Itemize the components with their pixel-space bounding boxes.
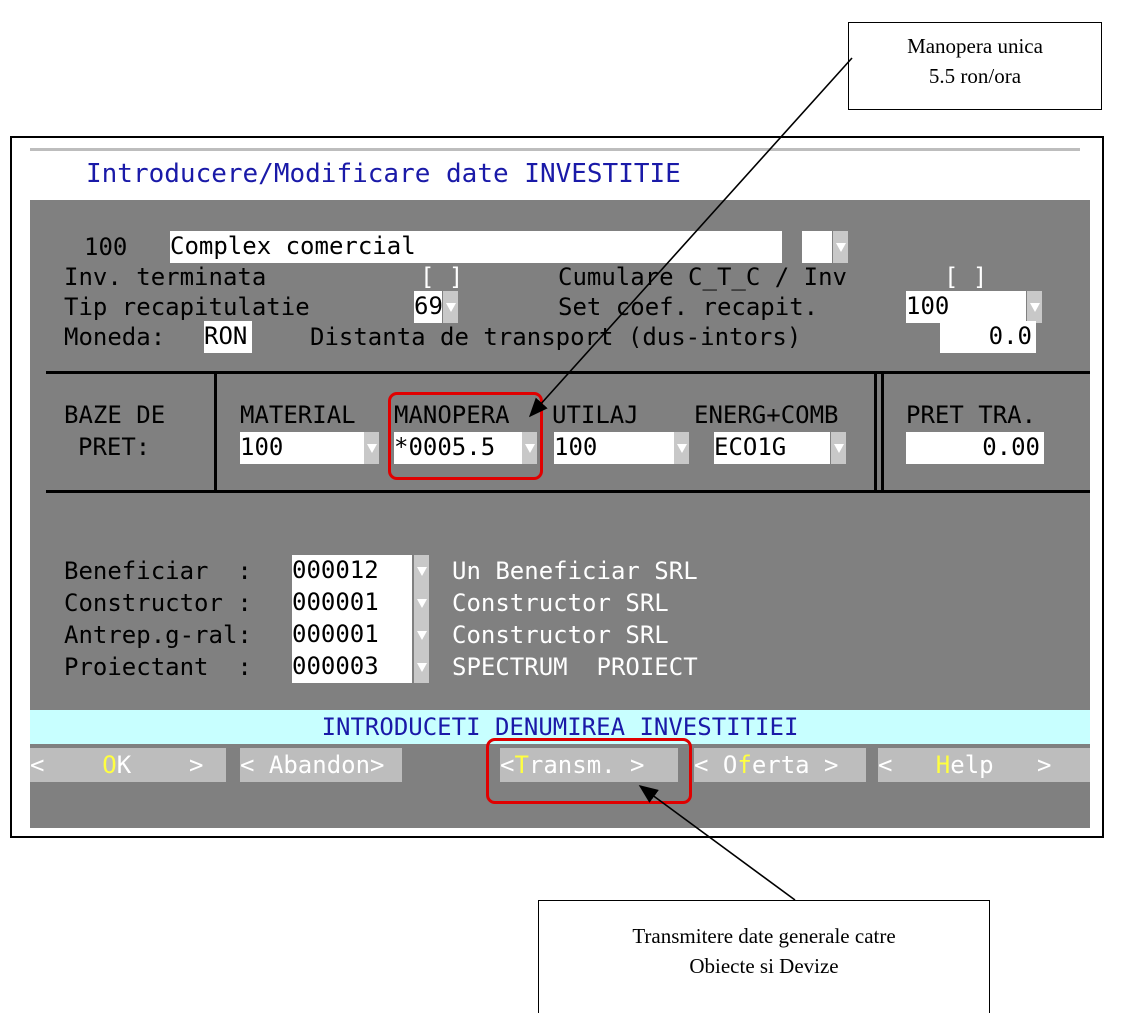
arrow-to-manopera [528,57,853,418]
arrow-to-transm [638,785,796,901]
callout-arrows [528,57,853,901]
